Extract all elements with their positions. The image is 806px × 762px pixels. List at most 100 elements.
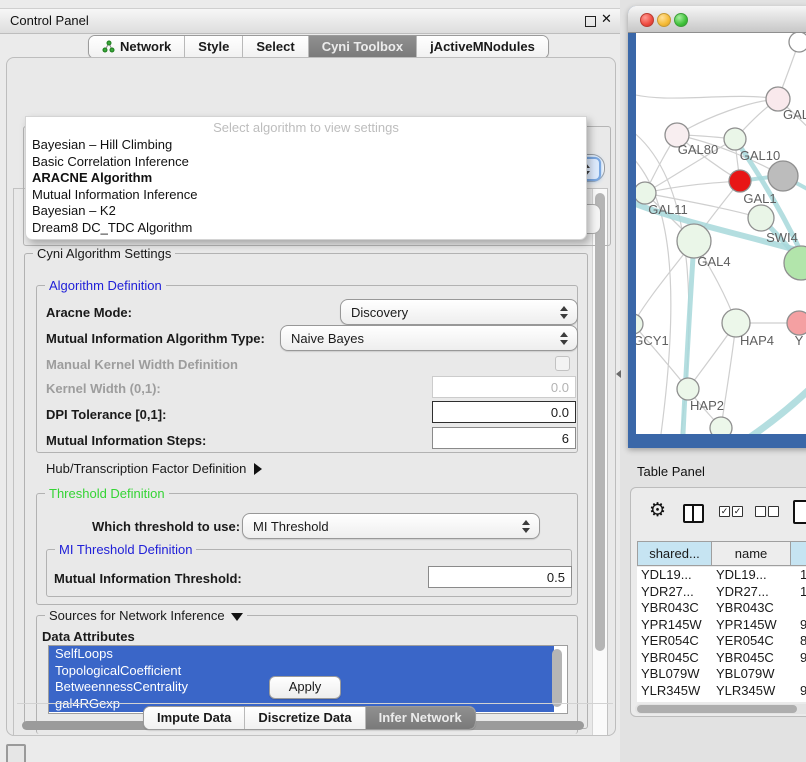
network-window-titlebar[interactable] (628, 6, 806, 33)
columns-icon[interactable] (683, 504, 704, 523)
table-cell: YDL19... (641, 567, 692, 584)
minimize-traffic-light-icon[interactable] (657, 13, 671, 27)
table-cell: YER054C (716, 633, 774, 650)
node-label: GAL11 (648, 202, 688, 217)
which-threshold-combo[interactable]: MI Threshold (242, 513, 540, 539)
table-row[interactable]: YBR045CYBR045C9. (637, 650, 806, 667)
network-node-gal4[interactable] (677, 224, 711, 258)
network-node-gcy1[interactable] (636, 314, 643, 334)
settings-vertical-scrollbar[interactable] (592, 189, 607, 735)
network-node-y[interactable] (787, 311, 806, 335)
splitter-collapse-arrow-icon[interactable] (616, 370, 621, 378)
dropdown-prompt: Select algorithm to view settings (26, 117, 586, 137)
table-cell: YDL19... (716, 567, 767, 584)
mi-steps-field[interactable]: 6 (432, 427, 576, 449)
threshold-definition-title: Threshold Definition (45, 486, 169, 501)
aracne-mode-combo[interactable]: Discovery (340, 299, 578, 325)
table-cell: 9. (800, 699, 806, 702)
table-row[interactable]: YLR345WYLR345W9. (637, 683, 806, 700)
tab-select[interactable]: Select (242, 36, 307, 58)
float-window-icon[interactable] (585, 16, 596, 27)
sources-title[interactable]: Sources for Network Inference (45, 608, 247, 623)
dropdown-items: Bayesian – Hill ClimbingBasic Correlatio… (26, 137, 586, 236)
settings-scrollpane: Cyni Algorithm Settings Algorithm Defini… (13, 188, 608, 736)
control-panel-body: Select algorithm to view settings Bayesi… (6, 57, 616, 736)
table-horizontal-scrollbar[interactable] (635, 704, 806, 714)
table-toolbar: ⚙ ✓ ✓ (631, 488, 806, 536)
unchecked-checkbox-icon[interactable] (755, 506, 766, 517)
kernel-width-field[interactable]: 0.0 (432, 376, 576, 398)
checked-checkbox-icon[interactable]: ✓ (719, 506, 730, 517)
network-node[interactable] (710, 417, 732, 434)
bottom-tab-infer-network[interactable]: Infer Network (365, 707, 475, 729)
dropdown-item[interactable]: Bayesian – Hill Climbing (26, 137, 586, 154)
column-header[interactable]: A (791, 541, 806, 566)
column-header[interactable]: name (712, 541, 791, 566)
table-row[interactable]: YER054CYER054C8. (637, 633, 806, 650)
table-row[interactable]: YIL052CYIL052C9. (637, 699, 806, 702)
dropdown-item[interactable]: Basic Correlation Inference (26, 154, 586, 171)
tab-style[interactable]: Style (184, 36, 242, 58)
zoom-traffic-light-icon[interactable] (674, 13, 688, 27)
which-threshold-value: MI Threshold (253, 519, 329, 534)
network-node-gal1[interactable] (729, 170, 751, 192)
attributes-list-scrollbar[interactable] (552, 649, 562, 707)
dpi-tolerance-field[interactable]: 0.0 (432, 401, 576, 423)
manual-kernel-label: Manual Kernel Width Definition (46, 357, 238, 372)
network-node[interactable] (784, 246, 806, 280)
table-row[interactable]: YBR043CYBR043C (637, 600, 806, 617)
node-label: GAL4 (697, 254, 730, 269)
column-header[interactable]: shared... (637, 541, 712, 566)
network-canvas[interactable]: GALGAL80GAL10GAL1GAL11SWI4GAL4GCY1HAP4YH… (636, 33, 806, 434)
network-node[interactable] (768, 161, 798, 191)
table-cell: 9. (800, 617, 806, 634)
algorithm-dropdown: Select algorithm to view settings Bayesi… (25, 116, 587, 240)
unchecked-checkbox-icon[interactable] (768, 506, 779, 517)
table-cell: YPR145W (716, 617, 777, 634)
gear-icon[interactable]: ⚙ (649, 501, 666, 520)
manual-kernel-checkbox[interactable] (555, 356, 570, 371)
table-scrollbar-thumb[interactable] (637, 705, 797, 713)
tab-label: Network (120, 39, 171, 54)
table-row[interactable]: YDL19...YDL19...13 (637, 567, 806, 584)
mi-type-value: Naive Bayes (291, 331, 364, 346)
network-node[interactable] (789, 33, 806, 52)
network-node-gal11[interactable] (636, 182, 656, 204)
table-header: shared...nameA (637, 541, 806, 566)
table-cell: 8. (800, 633, 806, 650)
apply-button[interactable]: Apply (269, 676, 341, 699)
table-row[interactable]: YDR27...YDR27...12 (637, 584, 806, 601)
dropdown-item[interactable]: Dream8 DC_TDC Algorithm (26, 220, 586, 237)
mi-algorithm-type-combo[interactable]: Naive Bayes (280, 325, 578, 351)
attribute-item[interactable]: SelfLoops (49, 646, 554, 663)
dropdown-item[interactable]: Mutual Information Inference (26, 187, 586, 204)
tab-cyni-toolbox[interactable]: Cyni Toolbox (308, 36, 416, 58)
table-row[interactable]: YPR145WYPR145W9. (637, 617, 806, 634)
settings-scrollbar-thumb[interactable] (595, 193, 605, 651)
tab-label: Style (198, 39, 229, 54)
mi-threshold-field[interactable]: 0.5 (428, 566, 572, 588)
network-node-hap2[interactable] (677, 378, 699, 400)
network-node-gal10[interactable] (724, 128, 746, 150)
dropdown-item[interactable]: Bayesian – K2 (26, 203, 586, 220)
dropdown-item[interactable]: ARACNE Algorithm (26, 170, 586, 187)
control-panel-titlebar: Control Panel ✕ (0, 8, 620, 34)
tab-network[interactable]: Network (89, 36, 184, 58)
document-icon[interactable] (793, 500, 806, 524)
network-edge (677, 99, 778, 135)
node-label: SWI4 (766, 230, 798, 245)
control-panel-tabs: Network Style SelectCyni ToolboxjActiveMNo… (88, 35, 549, 59)
close-icon[interactable]: ✕ (601, 11, 612, 27)
bottom-tab-discretize-data[interactable]: Discretize Data (244, 707, 364, 729)
updown-arrows-icon (522, 520, 530, 533)
close-traffic-light-icon[interactable] (640, 13, 654, 27)
network-edge (636, 93, 778, 99)
table-row[interactable]: YBL079WYBL079W (637, 666, 806, 683)
minimized-panel-icon[interactable] (6, 744, 26, 762)
tab-jactivemnodules[interactable]: jActiveMNodules (416, 36, 548, 58)
aracne-mode-label: Aracne Mode: (46, 305, 132, 320)
bottom-tab-impute-data[interactable]: Impute Data (144, 707, 244, 729)
network-node-swi4[interactable] (748, 205, 774, 231)
checked-checkbox-icon[interactable]: ✓ (732, 506, 743, 517)
hub-section-toggle[interactable]: Hub/Transcription Factor Definition (46, 461, 262, 476)
